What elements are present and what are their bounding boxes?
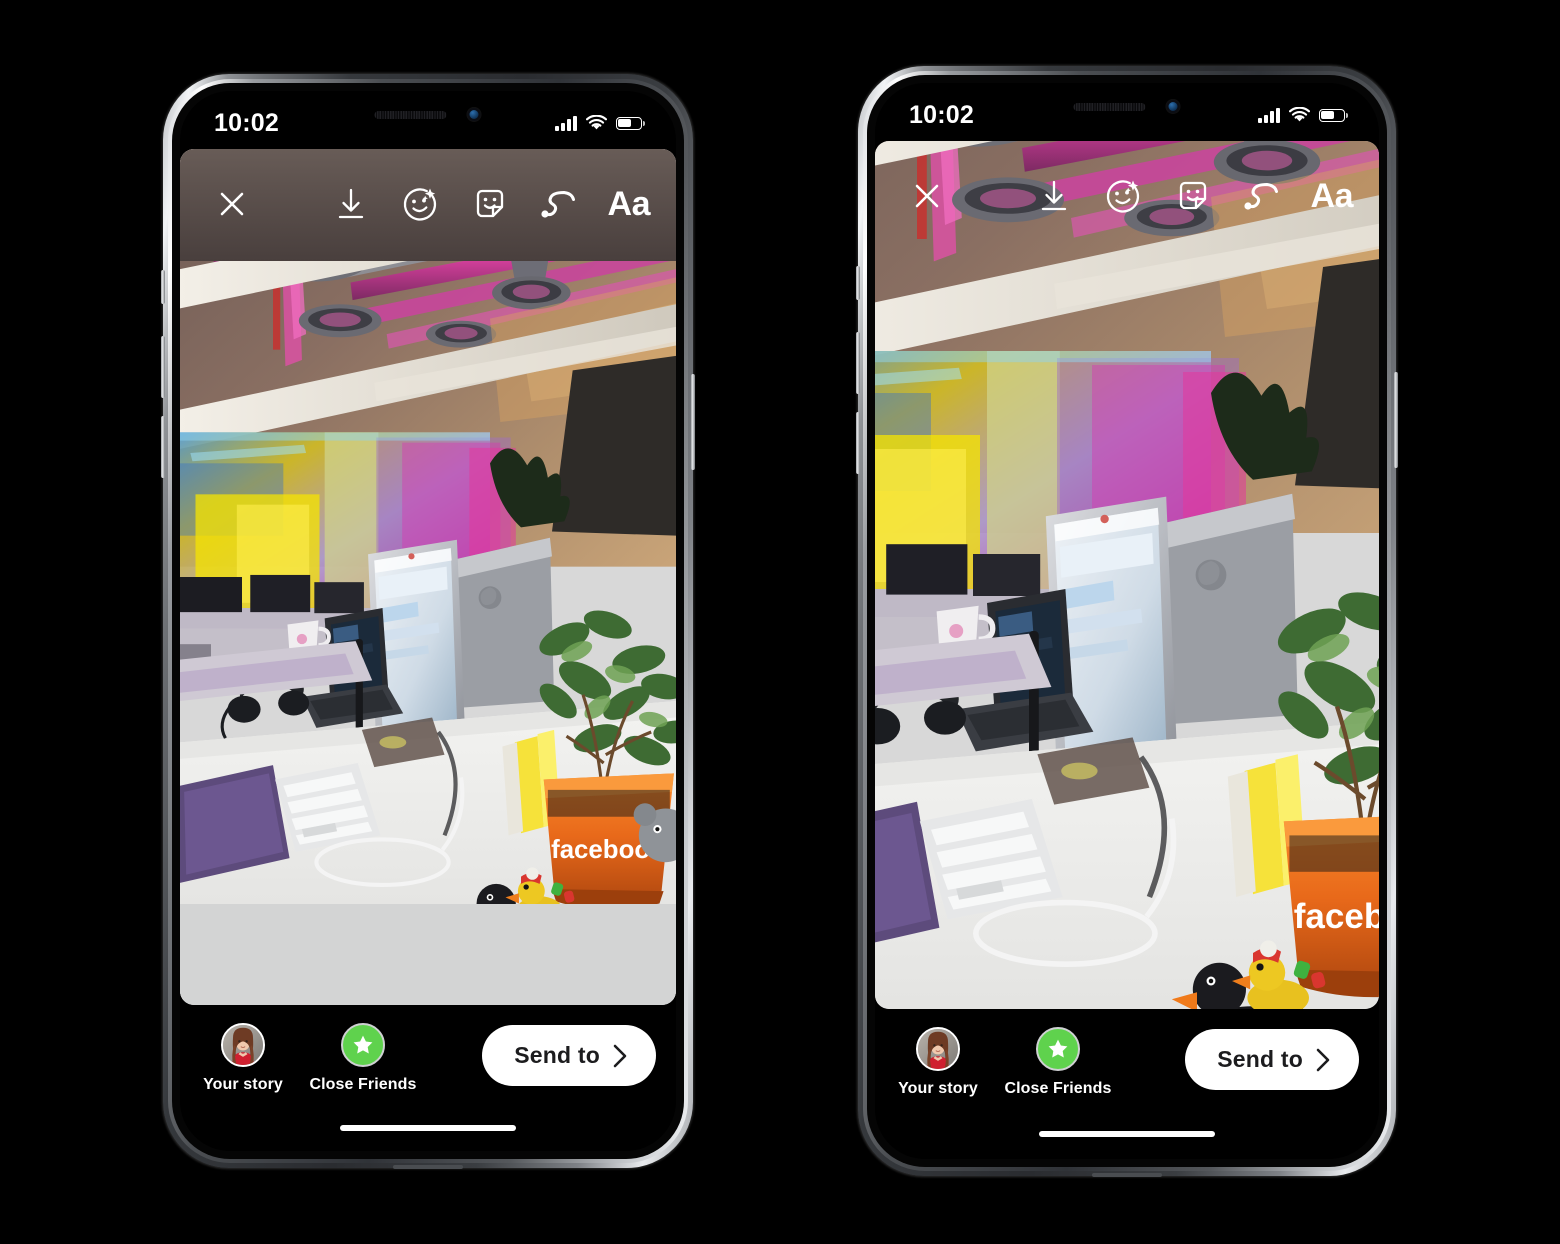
star-icon <box>1048 1039 1068 1058</box>
phone-screen: 10:02 <box>875 83 1379 1159</box>
avatar <box>916 1027 960 1071</box>
phone-left: 10:02 facebook Aa Your story Close Frien… <box>161 74 695 1169</box>
share-option-your-story[interactable]: Your story <box>889 1027 987 1098</box>
sparkle-face-icon[interactable] <box>1101 174 1145 218</box>
status-indicators <box>555 109 645 131</box>
share-option-close-friends[interactable]: Close Friends <box>292 1023 434 1094</box>
send-to-button[interactable]: Send to <box>482 1025 656 1086</box>
antenna-band-bottom <box>393 1165 463 1169</box>
wifi-icon <box>586 115 607 130</box>
cellular-bars-icon <box>555 115 577 131</box>
dynamic-island <box>374 107 482 122</box>
volume-up-button[interactable] <box>161 336 165 398</box>
share-option-label: Your story <box>898 1080 978 1097</box>
star-icon <box>353 1035 373 1054</box>
squiggle-draw-icon[interactable] <box>538 184 582 224</box>
cellular-bars-icon <box>1258 107 1280 123</box>
chevron-right-icon <box>1316 1048 1330 1071</box>
close-icon[interactable] <box>212 184 252 224</box>
front-camera-icon <box>466 107 482 122</box>
home-indicator[interactable] <box>1039 1131 1215 1137</box>
power-button[interactable] <box>691 374 695 470</box>
story-photo: facebook <box>875 141 1379 1009</box>
squiggle-draw-icon[interactable] <box>1241 176 1285 216</box>
sticker-icon[interactable] <box>468 182 512 226</box>
antenna-band-bottom <box>1092 1173 1162 1177</box>
power-button[interactable] <box>1394 372 1398 468</box>
letterbox-bottom-bar <box>180 904 676 1005</box>
status-time: 10:02 <box>909 100 974 129</box>
sparkle-face-icon[interactable] <box>398 182 442 226</box>
story-toolbar: Aa <box>875 165 1379 227</box>
front-camera-icon <box>1165 99 1181 114</box>
story-media-left[interactable]: facebook <box>180 149 676 1005</box>
share-bar: Your story Close Friends Send to <box>875 1009 1379 1159</box>
wifi-icon <box>1289 107 1310 122</box>
screenshot-stage: 10:02 facebook Aa Your story Close Frien… <box>0 0 1560 1244</box>
close-icon[interactable] <box>907 176 947 216</box>
office-photo-illustration: facebook <box>875 141 1379 1009</box>
text-aa-icon[interactable]: Aa <box>608 187 651 221</box>
battery-icon <box>616 116 645 130</box>
sticker-icon[interactable] <box>1171 174 1215 218</box>
pot-brand-label: facebook <box>1294 897 1379 936</box>
story-toolbar: Aa <box>180 173 676 235</box>
volume-up-button[interactable] <box>856 332 860 394</box>
speaker-grille-icon <box>374 110 447 119</box>
avatar-photo <box>223 1025 263 1065</box>
share-option-label: Close Friends <box>1004 1080 1112 1097</box>
share-option-label: Close Friends <box>309 1076 417 1093</box>
mute-switch-button[interactable] <box>856 266 860 300</box>
green-star-icon <box>1036 1027 1080 1071</box>
home-indicator[interactable] <box>340 1125 516 1131</box>
chevron-right-icon <box>613 1044 627 1067</box>
story-photo: facebook <box>180 149 676 1005</box>
volume-down-button[interactable] <box>856 412 860 474</box>
office-photo-illustration: facebook <box>180 149 676 1005</box>
avatar-photo <box>918 1029 958 1069</box>
avatar <box>221 1023 265 1067</box>
mute-switch-button[interactable] <box>161 270 165 304</box>
download-icon[interactable] <box>1033 175 1075 217</box>
speaker-grille-icon <box>1073 102 1146 111</box>
send-to-label: Send to <box>514 1042 600 1068</box>
send-to-button[interactable]: Send to <box>1185 1029 1359 1090</box>
text-aa-icon[interactable]: Aa <box>1311 179 1354 213</box>
send-to-label: Send to <box>1217 1046 1303 1072</box>
phone-screen: 10:02 <box>180 91 676 1151</box>
share-option-close-friends[interactable]: Close Friends <box>987 1027 1129 1098</box>
green-star-icon <box>341 1023 385 1067</box>
dynamic-island <box>1073 99 1181 114</box>
status-time: 10:02 <box>214 108 279 137</box>
share-bar: Your story Close Friends Send to <box>180 1005 676 1151</box>
volume-down-button[interactable] <box>161 416 165 478</box>
status-indicators <box>1258 101 1348 123</box>
share-option-your-story[interactable]: Your story <box>194 1023 292 1094</box>
download-icon[interactable] <box>330 183 372 225</box>
story-media-right[interactable]: facebook <box>875 141 1379 1009</box>
battery-icon <box>1319 108 1348 122</box>
phone-right: 10:02 face Aa Your story Close Friends S… <box>856 66 1398 1177</box>
share-option-label: Your story <box>203 1076 283 1093</box>
